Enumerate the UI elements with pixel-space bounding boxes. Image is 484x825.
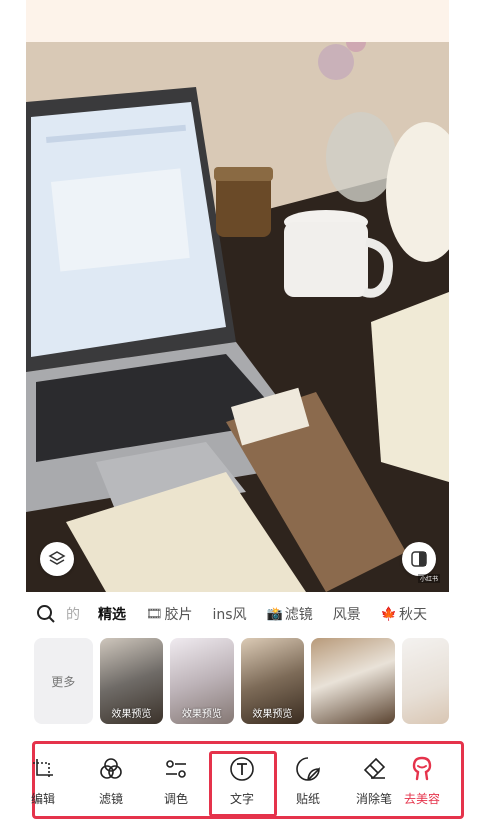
tab-scenery[interactable]: 风景 (333, 604, 361, 624)
filter-thumbnail[interactable] (402, 638, 450, 724)
tab-label: 秋天 (398, 607, 427, 623)
compare-button[interactable] (402, 542, 436, 576)
filter-icon (100, 758, 122, 779)
eraser-icon (363, 757, 386, 780)
tool-sticker[interactable]: 贴纸 (278, 754, 338, 807)
top-bar (26, 0, 449, 42)
tab-label: 精选 (98, 607, 126, 623)
text-tool-highlight (209, 751, 277, 817)
tab-ins[interactable]: ins风 (213, 604, 247, 624)
filter-thumbnail[interactable]: 效果预览 (99, 638, 164, 724)
tool-label: 滤镜 (98, 792, 123, 806)
tool-label: 去美容 (403, 792, 440, 806)
layers-icon (48, 551, 66, 565)
tab-label: 胶片 (164, 607, 193, 623)
tool-adjust[interactable]: 调色 (146, 754, 206, 807)
camera-icon: 📸 (266, 606, 283, 622)
watermark: 小红书 (418, 574, 441, 583)
tab-faded[interactable]: 的 (66, 604, 80, 624)
thumbnail-label: 效果预览 (111, 709, 152, 720)
tool-label: 调色 (163, 792, 188, 806)
tool-filter[interactable]: 滤镜 (81, 754, 141, 807)
more-filters-button[interactable]: 更多 (34, 638, 93, 724)
thumbnail-label: 效果预览 (252, 709, 293, 720)
tab-label: ins风 (212, 607, 247, 623)
filter-thumbnail[interactable] (311, 638, 396, 724)
adjust-icon (166, 760, 186, 778)
compare-icon (411, 551, 427, 567)
tab-autumn[interactable]: 🍁 秋天 (381, 604, 427, 624)
search-button[interactable] (26, 598, 66, 630)
tab-label: 的 (66, 607, 80, 623)
thumbnail-label: 效果预览 (181, 709, 222, 720)
tool-beauty[interactable]: 去美容 (392, 754, 452, 807)
tab-label: 风景 (332, 607, 361, 623)
tool-edit[interactable]: 编辑 (13, 754, 73, 807)
photo-image (26, 42, 449, 592)
more-label: 更多 (51, 674, 76, 689)
tab-film[interactable]: 🎞 胶片 (146, 604, 193, 624)
sticker-icon (296, 757, 320, 781)
film-icon: 🎞 (146, 606, 163, 622)
layers-button[interactable] (40, 542, 74, 576)
tab-label: 滤镜 (284, 607, 313, 623)
filter-category-tabs: 的 精选 🎞 胶片 ins风 📸 滤镜 风景 🍁 秋天 (26, 598, 449, 630)
filter-thumbnail[interactable]: 效果预览 (170, 638, 234, 724)
tool-label: 贴纸 (295, 792, 320, 806)
tab-filter[interactable]: 📸 滤镜 (267, 604, 313, 624)
beauty-icon (412, 756, 432, 781)
tab-featured[interactable]: 精选 (98, 604, 126, 624)
filter-thumbnail-list: 更多 效果预览 效果预览 效果预览 (34, 638, 450, 724)
tool-label: 编辑 (30, 792, 55, 806)
search-icon (37, 605, 55, 623)
filter-thumbnail[interactable]: 效果预览 (240, 638, 305, 724)
photo-canvas[interactable] (26, 42, 449, 592)
maple-leaf-icon: 🍁 (380, 606, 397, 622)
crop-icon (33, 759, 53, 779)
